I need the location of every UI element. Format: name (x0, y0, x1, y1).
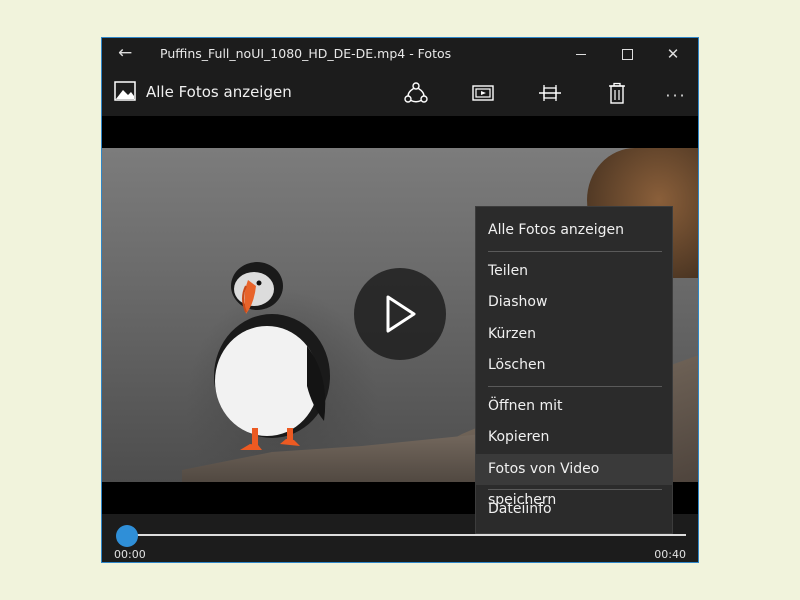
play-icon (386, 295, 416, 333)
back-arrow-icon[interactable]: ← (118, 43, 132, 63)
slideshow-icon (472, 85, 494, 101)
menu-item-teilen[interactable]: Teilen (476, 256, 672, 288)
title-bar: ← Puffins_Full_noUI_1080_HD_DE-DE.mp4 - … (102, 38, 698, 70)
slideshow-button[interactable] (468, 79, 498, 107)
close-button[interactable]: ✕ (650, 38, 696, 70)
delete-button[interactable] (602, 79, 632, 107)
photos-icon (114, 81, 136, 101)
command-bar: Alle Fotos anzeigen ··· (102, 70, 698, 116)
puffin-image (214, 262, 330, 450)
seek-thumb[interactable] (116, 525, 138, 547)
current-time: 00:00 (114, 548, 146, 561)
context-menu: Alle Fotos anzeigen Teilen Diashow Kürze… (475, 206, 673, 534)
trim-button[interactable] (535, 79, 565, 107)
more-icon[interactable]: ··· (661, 81, 691, 109)
delete-icon (609, 82, 625, 104)
menu-divider (488, 385, 662, 387)
menu-item-dateiinfo[interactable]: Dateiinfo (476, 494, 672, 526)
menu-item-fotos-von-video-speichern[interactable]: Fotos von Video speichern (476, 453, 672, 508)
share-button[interactable] (401, 79, 431, 107)
menu-item-oeffnen-mit[interactable]: Öffnen mit (476, 391, 672, 423)
trim-icon (539, 85, 561, 101)
window-title: Puffins_Full_noUI_1080_HD_DE-DE.mp4 - Fo… (160, 46, 452, 61)
total-time: 00:40 (654, 548, 686, 561)
menu-divider (488, 250, 662, 252)
all-photos-button[interactable]: Alle Fotos anzeigen (146, 83, 292, 101)
maximize-button[interactable] (604, 38, 650, 70)
menu-item-kopieren[interactable]: Kopieren (476, 422, 672, 454)
menu-item-alle-fotos-anzeigen[interactable]: Alle Fotos anzeigen (476, 215, 672, 247)
minimize-icon (576, 53, 586, 55)
menu-item-diashow[interactable]: Diashow (476, 287, 672, 319)
minimize-button[interactable] (558, 38, 604, 70)
menu-item-kuerzen[interactable]: Kürzen (476, 319, 672, 351)
share-icon (404, 82, 428, 103)
close-icon: ✕ (666, 45, 680, 63)
menu-item-loeschen[interactable]: Löschen (476, 350, 672, 382)
play-button[interactable] (354, 268, 446, 360)
maximize-icon (621, 48, 633, 60)
seek-track[interactable] (126, 534, 686, 536)
